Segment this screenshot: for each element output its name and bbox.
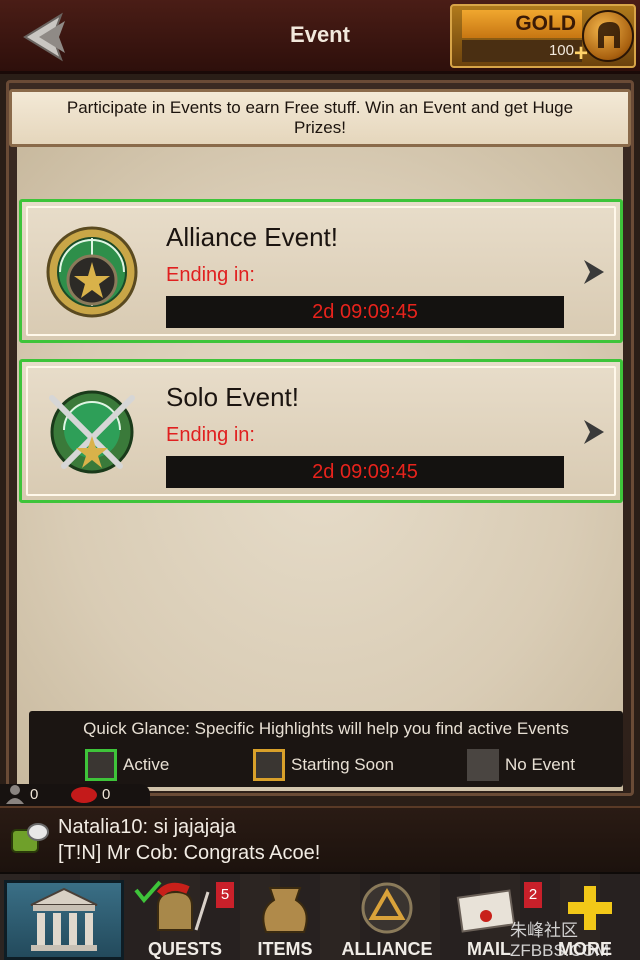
solo-event-card[interactable]: Solo Event! Ending in: 2d 09:09:45 [19,359,623,503]
status-counters: 0 0 [0,784,640,806]
nav-label: QUESTS [147,939,222,959]
info-banner: Participate in Events to earn Free stuff… [9,89,631,147]
ending-label: Ending in: [166,264,255,286]
items-bag-icon [262,887,308,933]
alliance-event-icon [44,224,140,320]
legend-label: No Event [505,755,575,774]
event-panel: Participate in Events to earn Free stuff… [6,80,634,796]
player-icon [6,785,24,804]
quick-glance-legend: Quick Glance: Specific Highlights will h… [29,711,623,787]
chevron-right-icon [582,258,606,286]
message-count: 0 [102,786,111,803]
temple-icon [30,887,98,951]
alliance-emblem-icon [361,882,413,934]
event-title: Solo Event! [166,382,299,412]
nav-label: ALLIANCE [341,939,433,959]
starting-soon-swatch [253,749,285,781]
no-event-swatch [467,749,499,781]
nav-label: ITEMS [257,939,313,959]
top-bar: Event GOLD 100 + [0,0,640,74]
legend-label: Starting Soon [291,755,395,774]
add-gold-icon[interactable]: + [570,42,592,66]
event-title: Alliance Event! [166,222,338,252]
solo-event-icon [44,384,140,480]
legend-label: Active [123,755,170,774]
event-timer: 2d 09:09:45 [166,456,564,488]
alliance-event-card[interactable]: Alliance Event! Ending in: 2d 09:09:45 [19,199,623,343]
active-swatch [85,749,117,781]
chevron-right-icon [582,418,606,446]
gold-balance[interactable]: GOLD 100 + [450,4,636,68]
player-count: 0 [30,786,39,803]
nav-items[interactable]: ITEMS [230,880,340,960]
nav-quests[interactable]: 5 QUESTS [130,880,240,960]
quests-helmet-icon [134,880,210,931]
nav-alliance[interactable]: ALLIANCE [332,880,442,960]
legend-no-event: No Event [467,749,575,781]
legend-active: Active [85,749,169,781]
event-timer: 2d 09:09:45 [166,296,564,328]
gold-label: GOLD [462,10,582,38]
ending-label: Ending in: [166,424,255,446]
city-button[interactable] [4,880,124,960]
info-banner-text: Participate in Events to earn Free stuff… [66,98,574,137]
legend-starting-soon: Starting Soon [253,749,394,781]
chat-ticker[interactable]: Natalia10: si jajajaja [T!N] Mr Cob: Con… [0,806,640,872]
chat-bubbles-icon [10,820,50,860]
gold-amount: 100 [462,40,582,62]
quick-glance-text: Quick Glance: Specific Highlights will h… [83,719,569,738]
chat-message: [T!N] Mr Cob: Congrats Acoe! [58,842,321,864]
chat-message: Natalia10: si jajajaja [58,816,236,838]
message-bubble-icon [71,787,97,803]
watermark: 朱峰社区 ZFBBS.COM [510,921,610,960]
